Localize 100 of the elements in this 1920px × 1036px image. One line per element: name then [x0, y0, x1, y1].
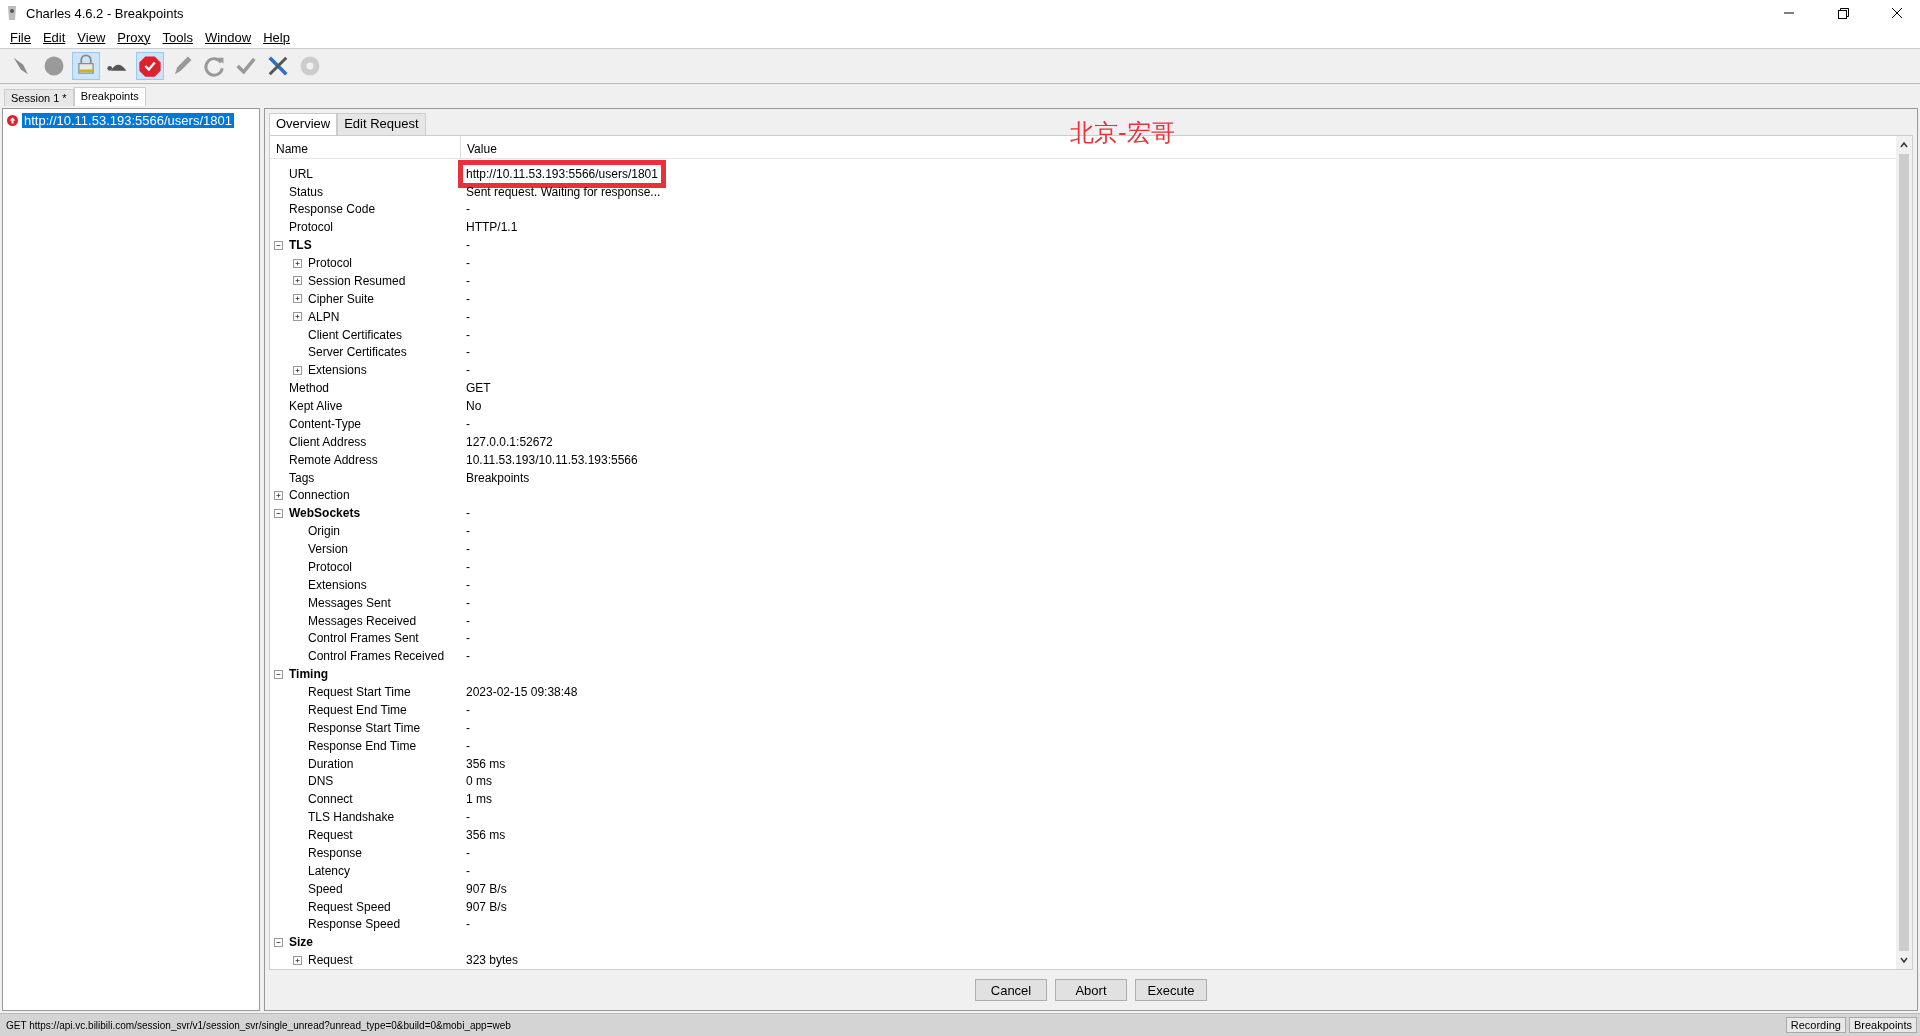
- menu-item[interactable]: Proxy: [111, 29, 157, 45]
- row-value: -: [466, 506, 470, 521]
- row-name: Control Frames Received: [308, 649, 445, 664]
- expand-icon[interactable]: [293, 365, 302, 375]
- row-name: Control Frames Sent: [308, 631, 419, 646]
- row-name: Size: [289, 935, 313, 950]
- app-icon: [6, 5, 18, 21]
- row-name: Cipher Suite: [308, 291, 375, 306]
- row-value: -: [466, 274, 470, 288]
- row-value: -: [466, 291, 470, 306]
- row-value: -: [466, 309, 470, 324]
- row-name: Protocol: [289, 220, 334, 235]
- row-value: No: [466, 399, 482, 414]
- menu-item[interactable]: Edit: [36, 29, 72, 45]
- row-name: Remote Address: [289, 452, 378, 467]
- status-indicator[interactable]: Recording: [1785, 1017, 1846, 1033]
- collapse-icon[interactable]: [274, 508, 283, 518]
- row-value: -: [466, 810, 470, 825]
- row-value: -: [466, 863, 470, 878]
- row-value: -: [466, 738, 470, 753]
- row-value: 323 bytes: [466, 953, 519, 968]
- row-value: 0 ms: [466, 774, 492, 789]
- row-value: -: [466, 703, 470, 717]
- row-name: Session Resumed: [308, 274, 406, 288]
- row-name: ALPN: [308, 309, 340, 324]
- row-name: Protocol: [308, 560, 353, 574]
- row-value: 907 B/s: [466, 899, 507, 914]
- row-value: 356 ms: [466, 828, 506, 843]
- row-value: 10.11.53.193/10.11.53.193:5566: [466, 452, 638, 467]
- expand-icon[interactable]: [293, 955, 302, 965]
- row-value: -: [466, 846, 470, 860]
- column-header[interactable]: Name: [270, 136, 460, 158]
- row-name: DNS: [308, 774, 334, 789]
- expand-icon[interactable]: [293, 276, 302, 286]
- row-value: -: [466, 345, 470, 360]
- row-value: HTTP/1.1: [466, 220, 518, 235]
- status-text: GET https://api.vc.bilibili.com/session_svr/v1/session_svr/single_unread?unread_type=0&build=0&mobi_app=web: [6, 1019, 512, 1031]
- session-tab[interactable]: Session 1 *: [4, 89, 74, 106]
- row-value: -: [466, 613, 470, 628]
- row-value: 2023-02-15 09:38:48: [466, 685, 578, 700]
- row-value: -: [466, 595, 470, 610]
- scrollbar-thumb[interactable]: [1899, 154, 1909, 951]
- row-name: Speed: [308, 881, 343, 896]
- row-name: Messages Sent: [308, 595, 391, 610]
- row-name: Request: [308, 828, 353, 843]
- expand-icon[interactable]: [293, 258, 302, 268]
- menu-item[interactable]: Window: [198, 29, 258, 45]
- row-name: Protocol: [308, 256, 353, 271]
- breakpoint-icon[interactable]: [136, 52, 164, 80]
- action-button[interactable]: Cancel: [975, 979, 1047, 1001]
- row-value: Breakpoints: [466, 470, 530, 485]
- status-indicator[interactable]: Breakpoints: [1848, 1017, 1917, 1033]
- row-value: -: [466, 256, 470, 271]
- row-value: -: [466, 542, 470, 557]
- row-value: -: [466, 577, 470, 592]
- expand-icon[interactable]: [274, 491, 283, 500]
- breakpoint-icon: [7, 115, 18, 126]
- scroll-up-icon[interactable]: [1899, 140, 1909, 150]
- detail-tab[interactable]: Edit Request: [337, 113, 426, 135]
- throttle-icon[interactable]: [72, 52, 100, 80]
- collapse-icon[interactable]: [274, 669, 283, 679]
- row-value: -: [466, 417, 470, 431]
- row-name: Extensions: [308, 577, 367, 592]
- row-name: Duration: [308, 756, 354, 771]
- row-name: Request: [308, 953, 353, 968]
- scroll-down-icon[interactable]: [1899, 955, 1909, 965]
- row-name: Latency: [308, 863, 351, 878]
- row-name: TLS Handshake: [308, 810, 395, 825]
- row-name: Client Certificates: [308, 327, 403, 342]
- row-value: -: [466, 327, 470, 342]
- row-value: -: [466, 560, 470, 574]
- row-value: 356 ms: [466, 756, 506, 771]
- menu-item[interactable]: File: [4, 29, 37, 45]
- row-value: GET: [466, 381, 491, 396]
- row-value: Sent request. Waiting for response...: [466, 184, 661, 199]
- row-value: -: [466, 524, 470, 539]
- menu-item[interactable]: View: [71, 29, 112, 45]
- row-name: Request End Time: [308, 703, 407, 717]
- menu-item[interactable]: Help: [257, 29, 296, 45]
- window-title: Charles 4.6.2 - Breakpoints: [26, 5, 185, 21]
- row-name: Response Speed: [308, 917, 401, 932]
- row-name: Timing: [289, 667, 329, 682]
- expand-icon[interactable]: [293, 312, 302, 322]
- session-tab[interactable]: Breakpoints: [73, 87, 146, 106]
- action-button[interactable]: Execute: [1135, 979, 1207, 1001]
- request-item[interactable]: http://10.11.53.193:5566/users/1801: [22, 113, 234, 128]
- row-name: Response: [308, 846, 363, 860]
- menu-item[interactable]: Tools: [156, 29, 199, 45]
- row-value: -: [466, 202, 470, 217]
- detail-tab[interactable]: Overview: [269, 113, 338, 135]
- collapse-icon[interactable]: [274, 937, 283, 947]
- row-name: Response Code: [289, 202, 376, 217]
- row-name: Kept Alive: [289, 399, 343, 414]
- row-name: URL: [289, 166, 313, 181]
- row-value: -: [466, 720, 470, 735]
- expand-icon[interactable]: [293, 294, 302, 304]
- row-value: -: [466, 363, 470, 378]
- collapse-icon[interactable]: [274, 240, 283, 250]
- action-button[interactable]: Abort: [1055, 979, 1127, 1001]
- row-name: Response End Time: [308, 738, 417, 753]
